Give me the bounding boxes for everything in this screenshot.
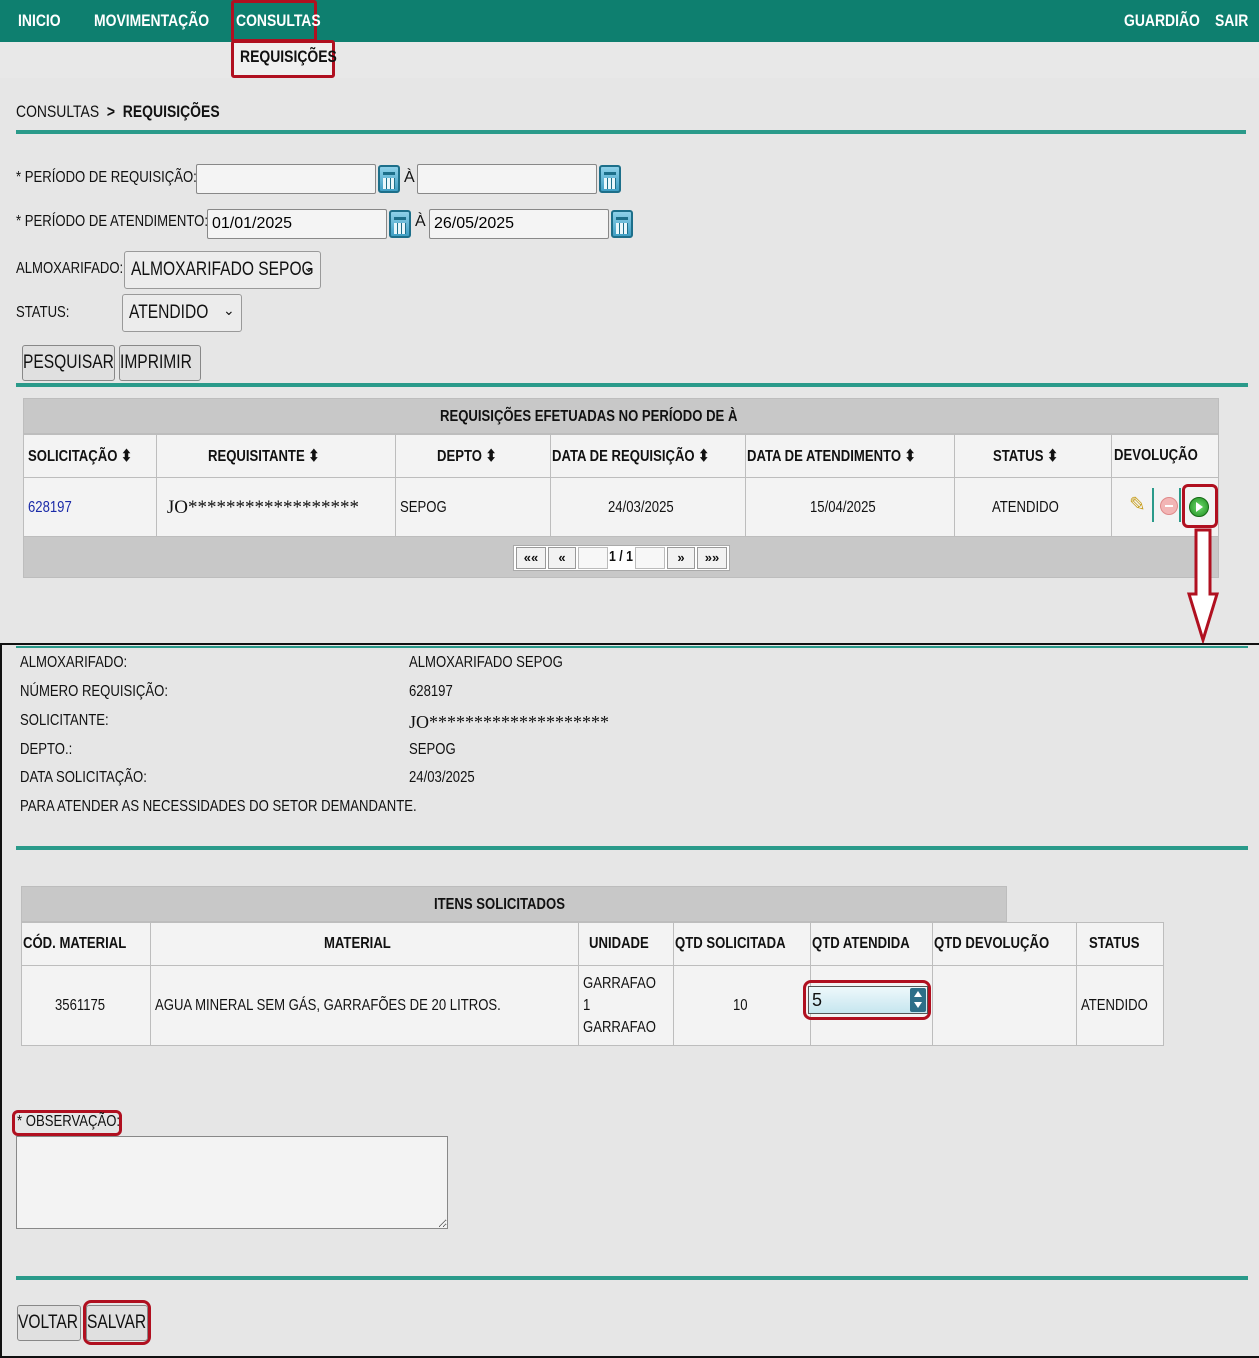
detail-value: 24/03/2025 bbox=[409, 769, 475, 786]
col-qtd-solicitada: QTD SOLICITADA bbox=[672, 922, 812, 966]
pager-prev-button[interactable]: « bbox=[548, 547, 576, 569]
breadcrumb-current: REQUISIÇÕES bbox=[122, 102, 220, 121]
submenu-bar bbox=[0, 42, 1259, 79]
nav-inicio[interactable]: INICIO bbox=[18, 0, 70, 42]
data-atendimento-cell: 15/04/2025 bbox=[745, 477, 955, 538]
table-row: 628197 JO****************** SEPOG 24/03/… bbox=[23, 477, 1219, 538]
col-data-atendimento[interactable]: DATA DE ATENDIMENTO ⬍ bbox=[745, 434, 955, 478]
status-select[interactable]: ATENDIDO ⌄ bbox=[122, 294, 242, 332]
col-unidade: UNIDADE bbox=[577, 922, 674, 966]
qtd-solicitada-cell: 10 bbox=[672, 965, 812, 1046]
breadcrumb-sep: > bbox=[106, 102, 116, 121]
results-caption: REQUISIÇÕES EFETUADAS NO PERÍODO DE À bbox=[23, 398, 1219, 434]
breadcrumb: CONSULTAS > REQUISIÇÕES bbox=[16, 102, 264, 122]
items-table: CÓD. MATERIAL MATERIAL UNIDADE QTD SOLIC… bbox=[21, 922, 1165, 1046]
separator bbox=[1179, 488, 1181, 522]
col-depto[interactable]: DEPTO ⬍ bbox=[394, 434, 552, 478]
arrow-down-icon bbox=[1186, 528, 1220, 644]
qtd-devolucao-cell bbox=[932, 965, 1077, 1046]
divider bbox=[16, 1276, 1248, 1280]
ate-label: À bbox=[404, 169, 415, 186]
col-data-requisicao[interactable]: DATA DE REQUISIÇÃO ⬍ bbox=[550, 434, 747, 478]
ate-label: À bbox=[415, 213, 426, 230]
results-table: SOLICITAÇÃO ⬍ REQUISITANTE ⬍ DEPTO ⬍ DAT… bbox=[23, 434, 1219, 538]
periodo-requisicao-from-input[interactable] bbox=[196, 164, 376, 194]
divider bbox=[16, 846, 1248, 850]
detail-value: JO******************** bbox=[409, 712, 610, 732]
status-label: STATUS: bbox=[16, 304, 70, 321]
justificativa-text: PARA ATENDER AS NECESSIDADES DO SETOR DE… bbox=[20, 798, 417, 815]
col-devolucao: DEVOLUÇÃO bbox=[1111, 434, 1219, 478]
pager-first-button[interactable]: «« bbox=[516, 547, 546, 569]
solicitacao-link[interactable]: 628197 bbox=[28, 499, 81, 516]
col-qtd-devolucao: QTD DEVOLUÇÃO bbox=[932, 922, 1077, 966]
observacao-label: * OBSERVAÇÃO: bbox=[17, 1113, 121, 1130]
detail-value: 628197 bbox=[409, 683, 453, 700]
material-cell: AGUA MINERAL SEM GÁS, GARRAFÕES DE 20 LI… bbox=[149, 965, 579, 1046]
divider bbox=[16, 646, 1248, 648]
status-cell: ATENDIDO bbox=[953, 477, 1113, 538]
observacao-textarea[interactable] bbox=[16, 1136, 448, 1229]
nav-consultas[interactable]: CONSULTAS bbox=[236, 0, 339, 42]
detail-label: DEPTO.: bbox=[20, 741, 73, 758]
calendar-icon[interactable] bbox=[378, 165, 400, 193]
imprimir-button[interactable]: IMPRIMIR bbox=[119, 345, 201, 381]
voltar-button[interactable]: VOLTAR bbox=[17, 1305, 81, 1341]
calendar-icon[interactable] bbox=[599, 165, 621, 193]
nav-movimentacao[interactable]: MOVIMENTAÇÃO bbox=[94, 0, 234, 42]
pesquisar-button[interactable]: PESQUISAR bbox=[22, 345, 115, 381]
item-status-cell: ATENDIDO bbox=[1075, 965, 1165, 1046]
data-requisicao-cell: 24/03/2025 bbox=[550, 477, 747, 538]
divider bbox=[16, 130, 1246, 134]
calendar-icon[interactable] bbox=[389, 210, 411, 238]
periodo-atendimento-to-input[interactable] bbox=[429, 209, 609, 239]
pager-page-label: 1 / 1 bbox=[609, 548, 633, 565]
requisitante-cell: JO****************** bbox=[155, 477, 396, 538]
detail-value: SEPOG bbox=[409, 741, 456, 758]
almoxarifado-select[interactable]: ALMOXARIFADO SEPOG ⌄ bbox=[124, 251, 321, 289]
unidade-cell: GARRAFAO 1 GARRAFAO bbox=[577, 965, 674, 1046]
col-qtd-atendida: QTD ATENDIDA bbox=[810, 922, 934, 966]
detail-label: NÚMERO REQUISIÇÃO: bbox=[20, 683, 168, 700]
detail-value: ALMOXARIFADO SEPOG bbox=[409, 654, 563, 671]
pager-next-button[interactable]: » bbox=[667, 547, 695, 569]
pencil-icon[interactable]: ✎ bbox=[1129, 492, 1146, 517]
periodo-requisicao-to-input[interactable] bbox=[417, 164, 597, 194]
pager-last-button[interactable]: »» bbox=[697, 547, 727, 569]
salvar-button[interactable]: SALVAR bbox=[86, 1305, 148, 1341]
cod-material-cell: 3561175 bbox=[21, 965, 151, 1046]
separator bbox=[1152, 488, 1154, 522]
periodo-atendimento-from-input[interactable] bbox=[207, 209, 387, 239]
col-status[interactable]: STATUS ⬍ bbox=[953, 434, 1113, 478]
nav-guardiao[interactable]: GUARDIÃO bbox=[1124, 0, 1217, 42]
pager-blank bbox=[578, 547, 608, 569]
depto-cell: SEPOG bbox=[394, 477, 552, 538]
detail-label: ALMOXARIFADO: bbox=[20, 654, 128, 671]
chevron-down-icon: ⌄ bbox=[303, 259, 315, 275]
detail-label: DATA SOLICITAÇÃO: bbox=[20, 769, 147, 786]
qtd-devolucao-stepper[interactable]: 5 bbox=[808, 986, 928, 1014]
spinner-arrows-icon[interactable] bbox=[910, 988, 926, 1012]
col-cod-material: CÓD. MATERIAL bbox=[21, 922, 151, 966]
table-row: 3561175 AGUA MINERAL SEM GÁS, GARRAFÕES … bbox=[21, 965, 1165, 1046]
chevron-down-icon: ⌄ bbox=[223, 302, 235, 318]
calendar-icon[interactable] bbox=[611, 210, 633, 238]
col-status: STATUS bbox=[1075, 922, 1165, 966]
col-material: MATERIAL bbox=[149, 922, 579, 966]
breadcrumb-parent[interactable]: CONSULTAS bbox=[16, 102, 99, 121]
minus-icon[interactable] bbox=[1160, 497, 1178, 515]
return-icon[interactable] bbox=[1189, 497, 1209, 517]
pager-blank bbox=[635, 547, 665, 569]
col-solicitacao[interactable]: SOLICITAÇÃO ⬍ bbox=[23, 434, 157, 478]
submenu-requisicoes-label: REQUISIÇÕES bbox=[240, 47, 337, 66]
col-requisitante[interactable]: REQUISITANTE ⬍ bbox=[155, 434, 396, 478]
nav-sair[interactable]: SAIR bbox=[1215, 0, 1256, 42]
divider bbox=[16, 383, 1248, 387]
detail-label: SOLICITANTE: bbox=[20, 712, 109, 729]
items-caption: ITENS SOLICITADOS bbox=[21, 886, 1007, 922]
